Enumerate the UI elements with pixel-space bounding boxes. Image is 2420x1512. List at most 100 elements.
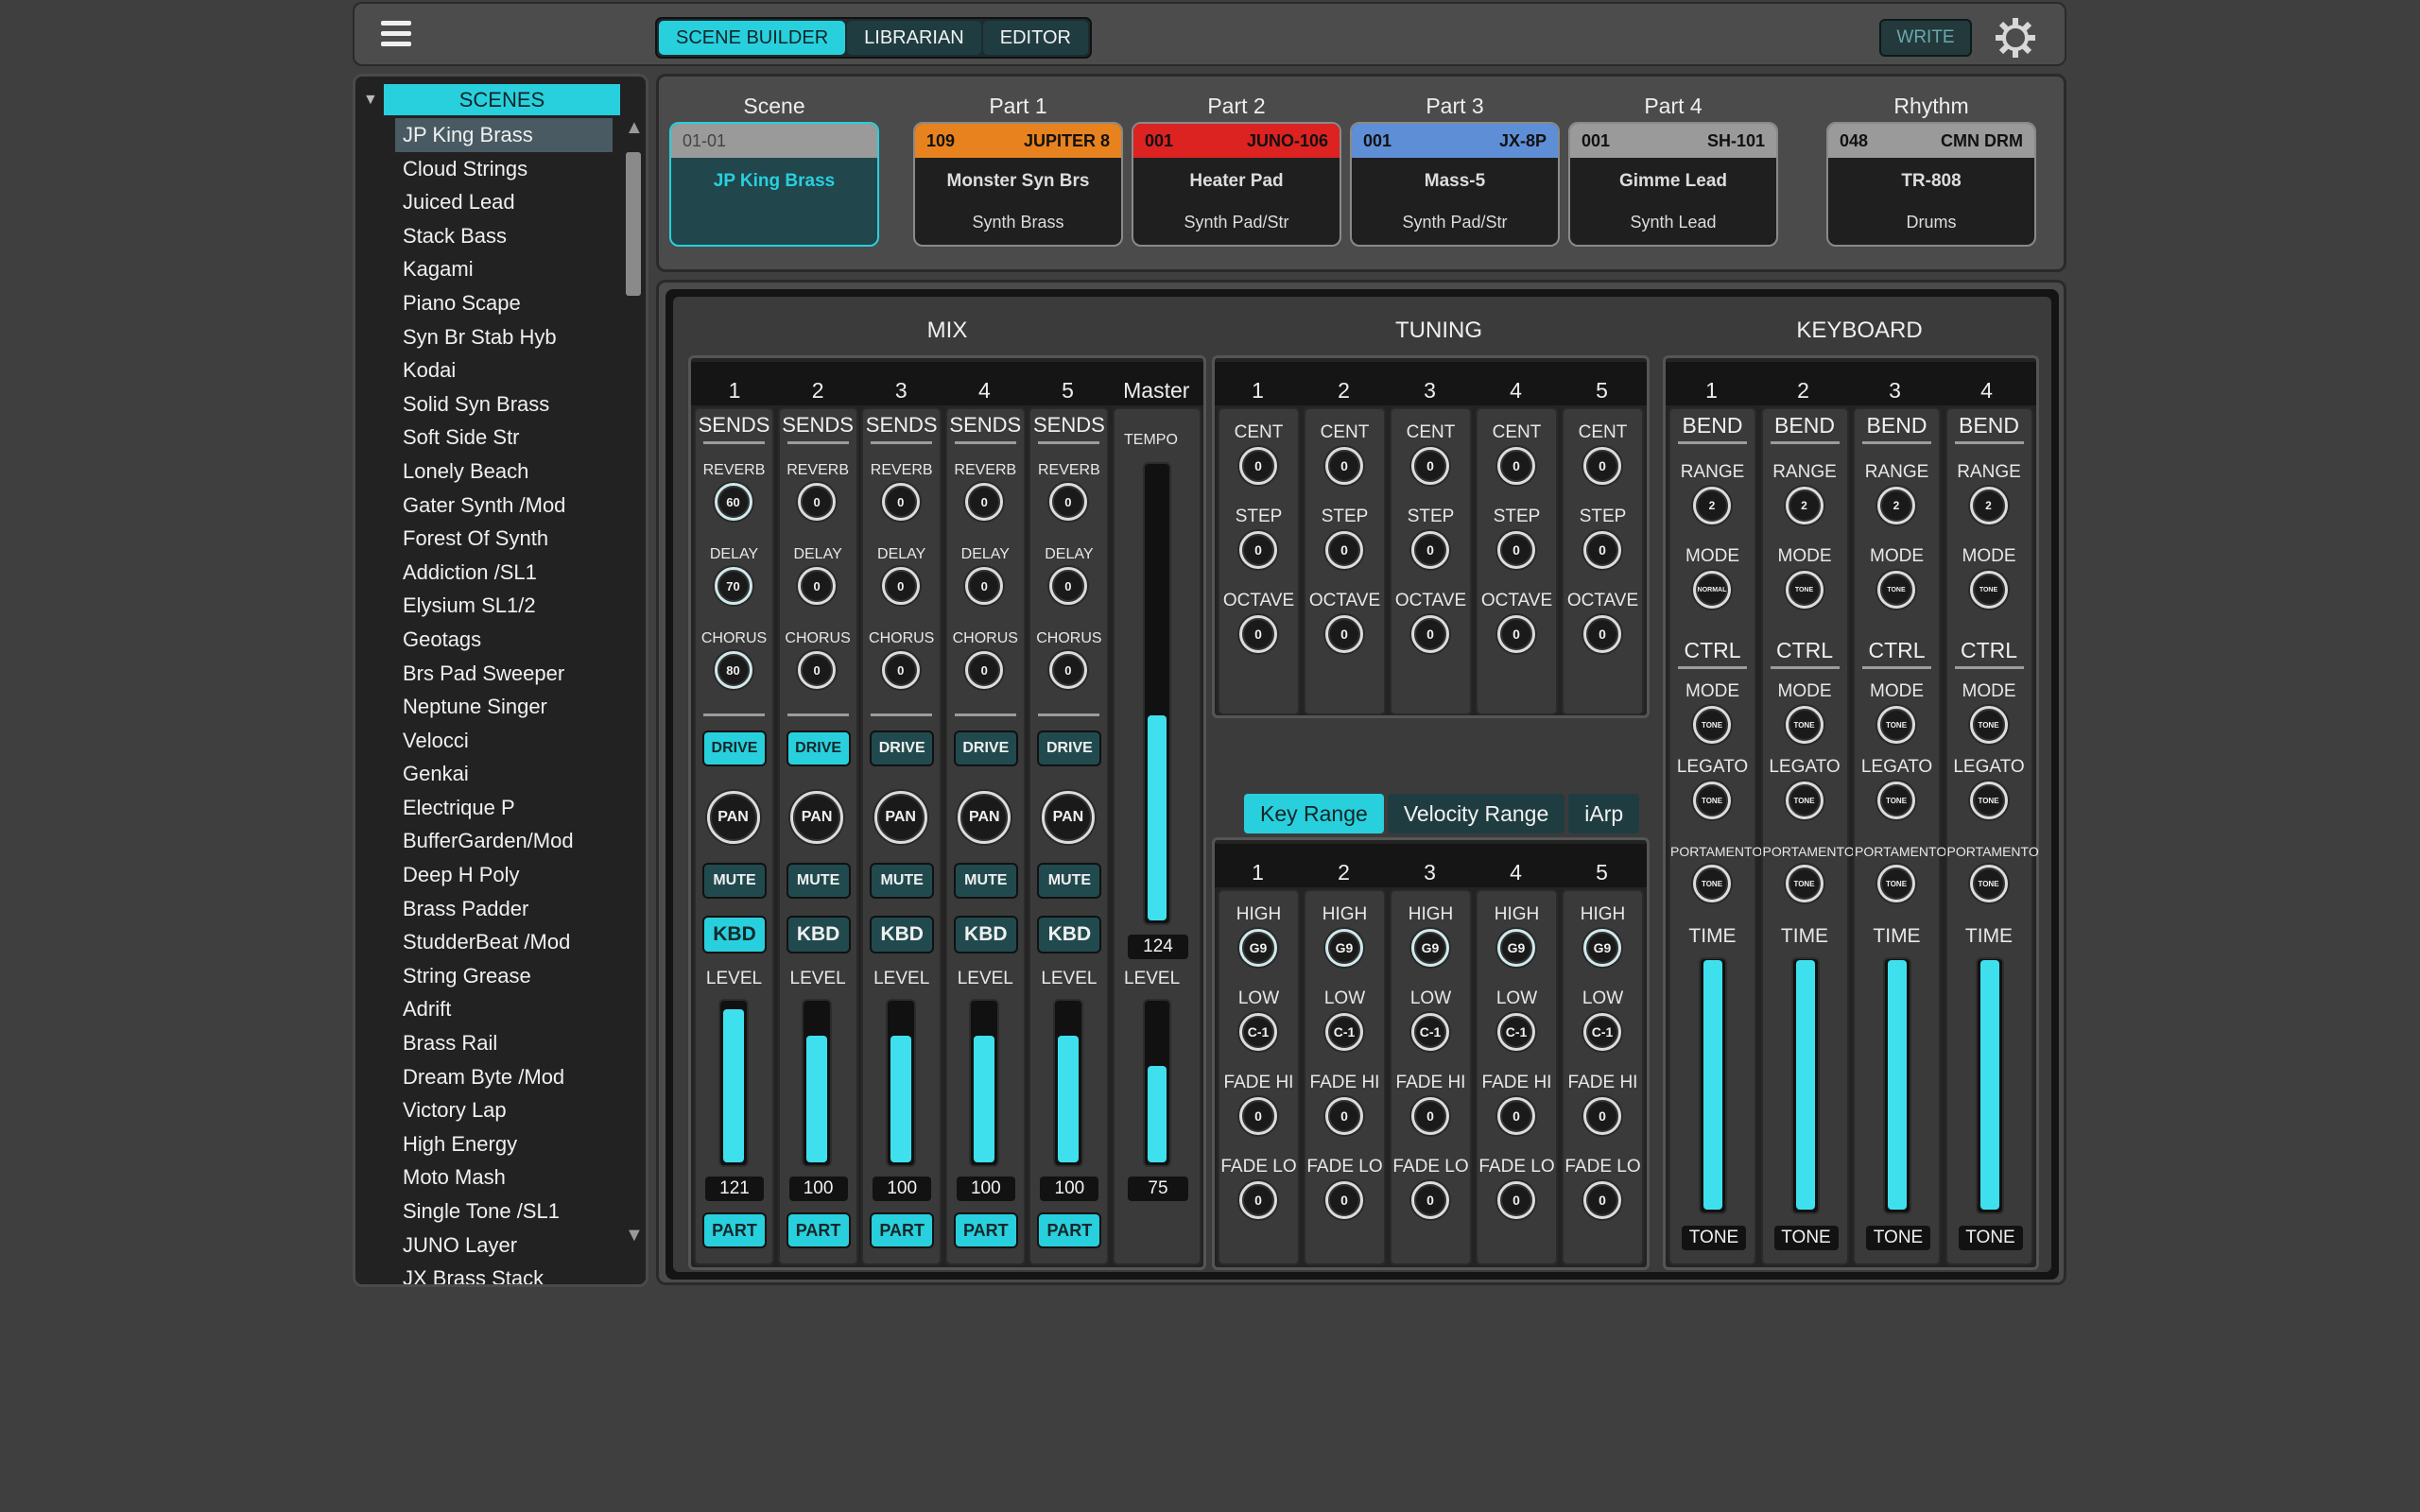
scene-card[interactable]: 01-01 JP King Brass bbox=[669, 122, 879, 247]
mute-button[interactable]: MUTE bbox=[786, 863, 851, 899]
cent-knob[interactable]: 0 bbox=[1583, 447, 1621, 485]
portamento-knob[interactable]: TONE bbox=[1877, 865, 1915, 902]
legato-knob[interactable]: TONE bbox=[1693, 782, 1731, 819]
scene-list-item[interactable]: Brass Rail bbox=[395, 1026, 613, 1060]
chorus-knob[interactable]: 0 bbox=[798, 651, 837, 689]
pan-knob[interactable]: PAN bbox=[873, 791, 927, 844]
tempo-fader[interactable] bbox=[1143, 462, 1171, 925]
tab-librarian[interactable]: LIBRARIAN bbox=[847, 21, 981, 55]
collapse-triangle-icon[interactable]: ▼ bbox=[363, 92, 378, 109]
scene-list-item[interactable]: StudderBeat /Mod bbox=[395, 925, 613, 959]
bend-range-knob[interactable]: 2 bbox=[1969, 487, 2008, 524]
scene-list-item[interactable]: Single Tone /SL1 bbox=[395, 1194, 613, 1228]
mute-button[interactable]: MUTE bbox=[702, 863, 767, 899]
scene-list-item[interactable]: JX Brass Stack bbox=[395, 1262, 613, 1284]
kbd-button[interactable]: KBD bbox=[786, 916, 851, 954]
bend-mode-knob[interactable]: TONE bbox=[1969, 571, 2008, 609]
scene-list-item[interactable]: JUNO Layer bbox=[395, 1228, 613, 1263]
tab-velocity-range[interactable]: Velocity Range bbox=[1387, 794, 1565, 833]
drive-button[interactable]: DRIVE bbox=[953, 730, 1018, 766]
octave-knob[interactable]: 0 bbox=[1583, 615, 1621, 653]
mute-button[interactable]: MUTE bbox=[870, 863, 935, 899]
gear-icon[interactable] bbox=[1993, 15, 2038, 60]
tab-key-range[interactable]: Key Range bbox=[1244, 794, 1384, 833]
part-card[interactable]: 001 SH-101 Gimme Lead Synth Lead bbox=[1568, 122, 1778, 247]
cent-knob[interactable]: 0 bbox=[1497, 447, 1535, 485]
delay-knob[interactable]: 0 bbox=[881, 567, 920, 605]
scroll-up-arrow-icon[interactable]: ▲ bbox=[625, 118, 644, 137]
part-button[interactable]: PART bbox=[702, 1212, 767, 1248]
delay-knob[interactable]: 0 bbox=[798, 567, 837, 605]
pan-knob[interactable]: PAN bbox=[790, 791, 844, 844]
tab-iarp[interactable]: iArp bbox=[1568, 794, 1640, 833]
chorus-knob[interactable]: 0 bbox=[965, 651, 1004, 689]
fade-hi-knob[interactable]: 0 bbox=[1497, 1097, 1535, 1135]
fade-lo-knob[interactable]: 0 bbox=[1325, 1181, 1363, 1219]
fade-hi-knob[interactable]: 0 bbox=[1411, 1097, 1449, 1135]
step-knob[interactable]: 0 bbox=[1325, 531, 1363, 569]
scene-list-item[interactable]: High Energy bbox=[395, 1127, 613, 1161]
part-button[interactable]: PART bbox=[953, 1212, 1018, 1248]
fade-hi-knob[interactable]: 0 bbox=[1239, 1097, 1277, 1135]
scene-list-item[interactable]: Brs Pad Sweeper bbox=[395, 657, 613, 691]
delay-knob[interactable]: 0 bbox=[965, 567, 1004, 605]
pan-knob[interactable]: PAN bbox=[706, 791, 760, 844]
ctrl-mode-knob[interactable]: TONE bbox=[1693, 706, 1731, 744]
scroll-down-arrow-icon[interactable]: ▼ bbox=[625, 1226, 644, 1245]
scene-list-item[interactable]: Adrift bbox=[395, 992, 613, 1026]
fade-lo-knob[interactable]: 0 bbox=[1239, 1181, 1277, 1219]
part-button[interactable]: PART bbox=[870, 1212, 935, 1248]
scrollbar-thumb[interactable] bbox=[626, 152, 641, 296]
fade-lo-knob[interactable]: 0 bbox=[1411, 1181, 1449, 1219]
portamento-time-fader[interactable] bbox=[1975, 957, 2004, 1214]
scene-list-item[interactable]: Gater Synth /Mod bbox=[395, 489, 613, 523]
legato-knob[interactable]: TONE bbox=[1877, 782, 1915, 819]
chorus-knob[interactable]: 80 bbox=[714, 651, 752, 689]
low-knob[interactable]: C-1 bbox=[1239, 1013, 1277, 1051]
scene-list-item[interactable]: Piano Scape bbox=[395, 286, 613, 320]
low-knob[interactable]: C-1 bbox=[1497, 1013, 1535, 1051]
cent-knob[interactable]: 0 bbox=[1325, 447, 1363, 485]
kbd-button[interactable]: KBD bbox=[702, 916, 767, 954]
fade-hi-knob[interactable]: 0 bbox=[1583, 1097, 1621, 1135]
pan-knob[interactable]: PAN bbox=[958, 791, 1011, 844]
kbd-button[interactable]: KBD bbox=[1037, 916, 1102, 954]
level-fader[interactable] bbox=[885, 999, 916, 1167]
scene-list-item[interactable]: Solid Syn Brass bbox=[395, 387, 613, 421]
high-knob[interactable]: G9 bbox=[1239, 929, 1277, 967]
level-fader[interactable] bbox=[717, 999, 749, 1167]
level-fader[interactable] bbox=[1052, 999, 1083, 1167]
scene-list-item[interactable]: Soft Side Str bbox=[395, 421, 613, 455]
drive-button[interactable]: DRIVE bbox=[1037, 730, 1102, 766]
portamento-knob[interactable]: TONE bbox=[1969, 865, 2008, 902]
drive-button[interactable]: DRIVE bbox=[702, 730, 767, 766]
scene-list-item[interactable]: Juiced Lead bbox=[395, 185, 613, 219]
scene-list-item[interactable]: Kagami bbox=[395, 252, 613, 286]
step-knob[interactable]: 0 bbox=[1583, 531, 1621, 569]
fade-lo-knob[interactable]: 0 bbox=[1497, 1181, 1535, 1219]
bend-mode-knob[interactable]: TONE bbox=[1877, 571, 1915, 609]
scene-list-item[interactable]: Geotags bbox=[395, 623, 613, 657]
part-card[interactable]: 048 CMN DRM TR-808 Drums bbox=[1826, 122, 2036, 247]
part-button[interactable]: PART bbox=[1037, 1212, 1102, 1248]
scene-list-item[interactable]: Victory Lap bbox=[395, 1093, 613, 1127]
scene-list-item[interactable]: Cloud Strings bbox=[395, 152, 613, 186]
scene-list-item[interactable]: Addiction /SL1 bbox=[395, 556, 613, 590]
scene-list-item[interactable]: Stack Bass bbox=[395, 219, 613, 253]
reverb-knob[interactable]: 0 bbox=[965, 483, 1004, 521]
low-knob[interactable]: C-1 bbox=[1325, 1013, 1363, 1051]
scene-list-item[interactable]: Forest Of Synth bbox=[395, 522, 613, 556]
legato-knob[interactable]: TONE bbox=[1785, 782, 1824, 819]
delay-knob[interactable]: 70 bbox=[714, 567, 752, 605]
kbd-button[interactable]: KBD bbox=[870, 916, 935, 954]
high-knob[interactable]: G9 bbox=[1583, 929, 1621, 967]
ctrl-mode-knob[interactable]: TONE bbox=[1785, 706, 1824, 744]
drive-button[interactable]: DRIVE bbox=[786, 730, 851, 766]
level-fader[interactable] bbox=[969, 999, 1000, 1167]
scene-list-item[interactable]: Brass Padder bbox=[395, 892, 613, 926]
hamburger-menu-icon[interactable] bbox=[381, 21, 411, 49]
pan-knob[interactable]: PAN bbox=[1041, 791, 1095, 844]
high-knob[interactable]: G9 bbox=[1325, 929, 1363, 967]
scene-list-item[interactable]: Lonely Beach bbox=[395, 455, 613, 489]
scene-list-item[interactable]: Deep H Poly bbox=[395, 858, 613, 892]
